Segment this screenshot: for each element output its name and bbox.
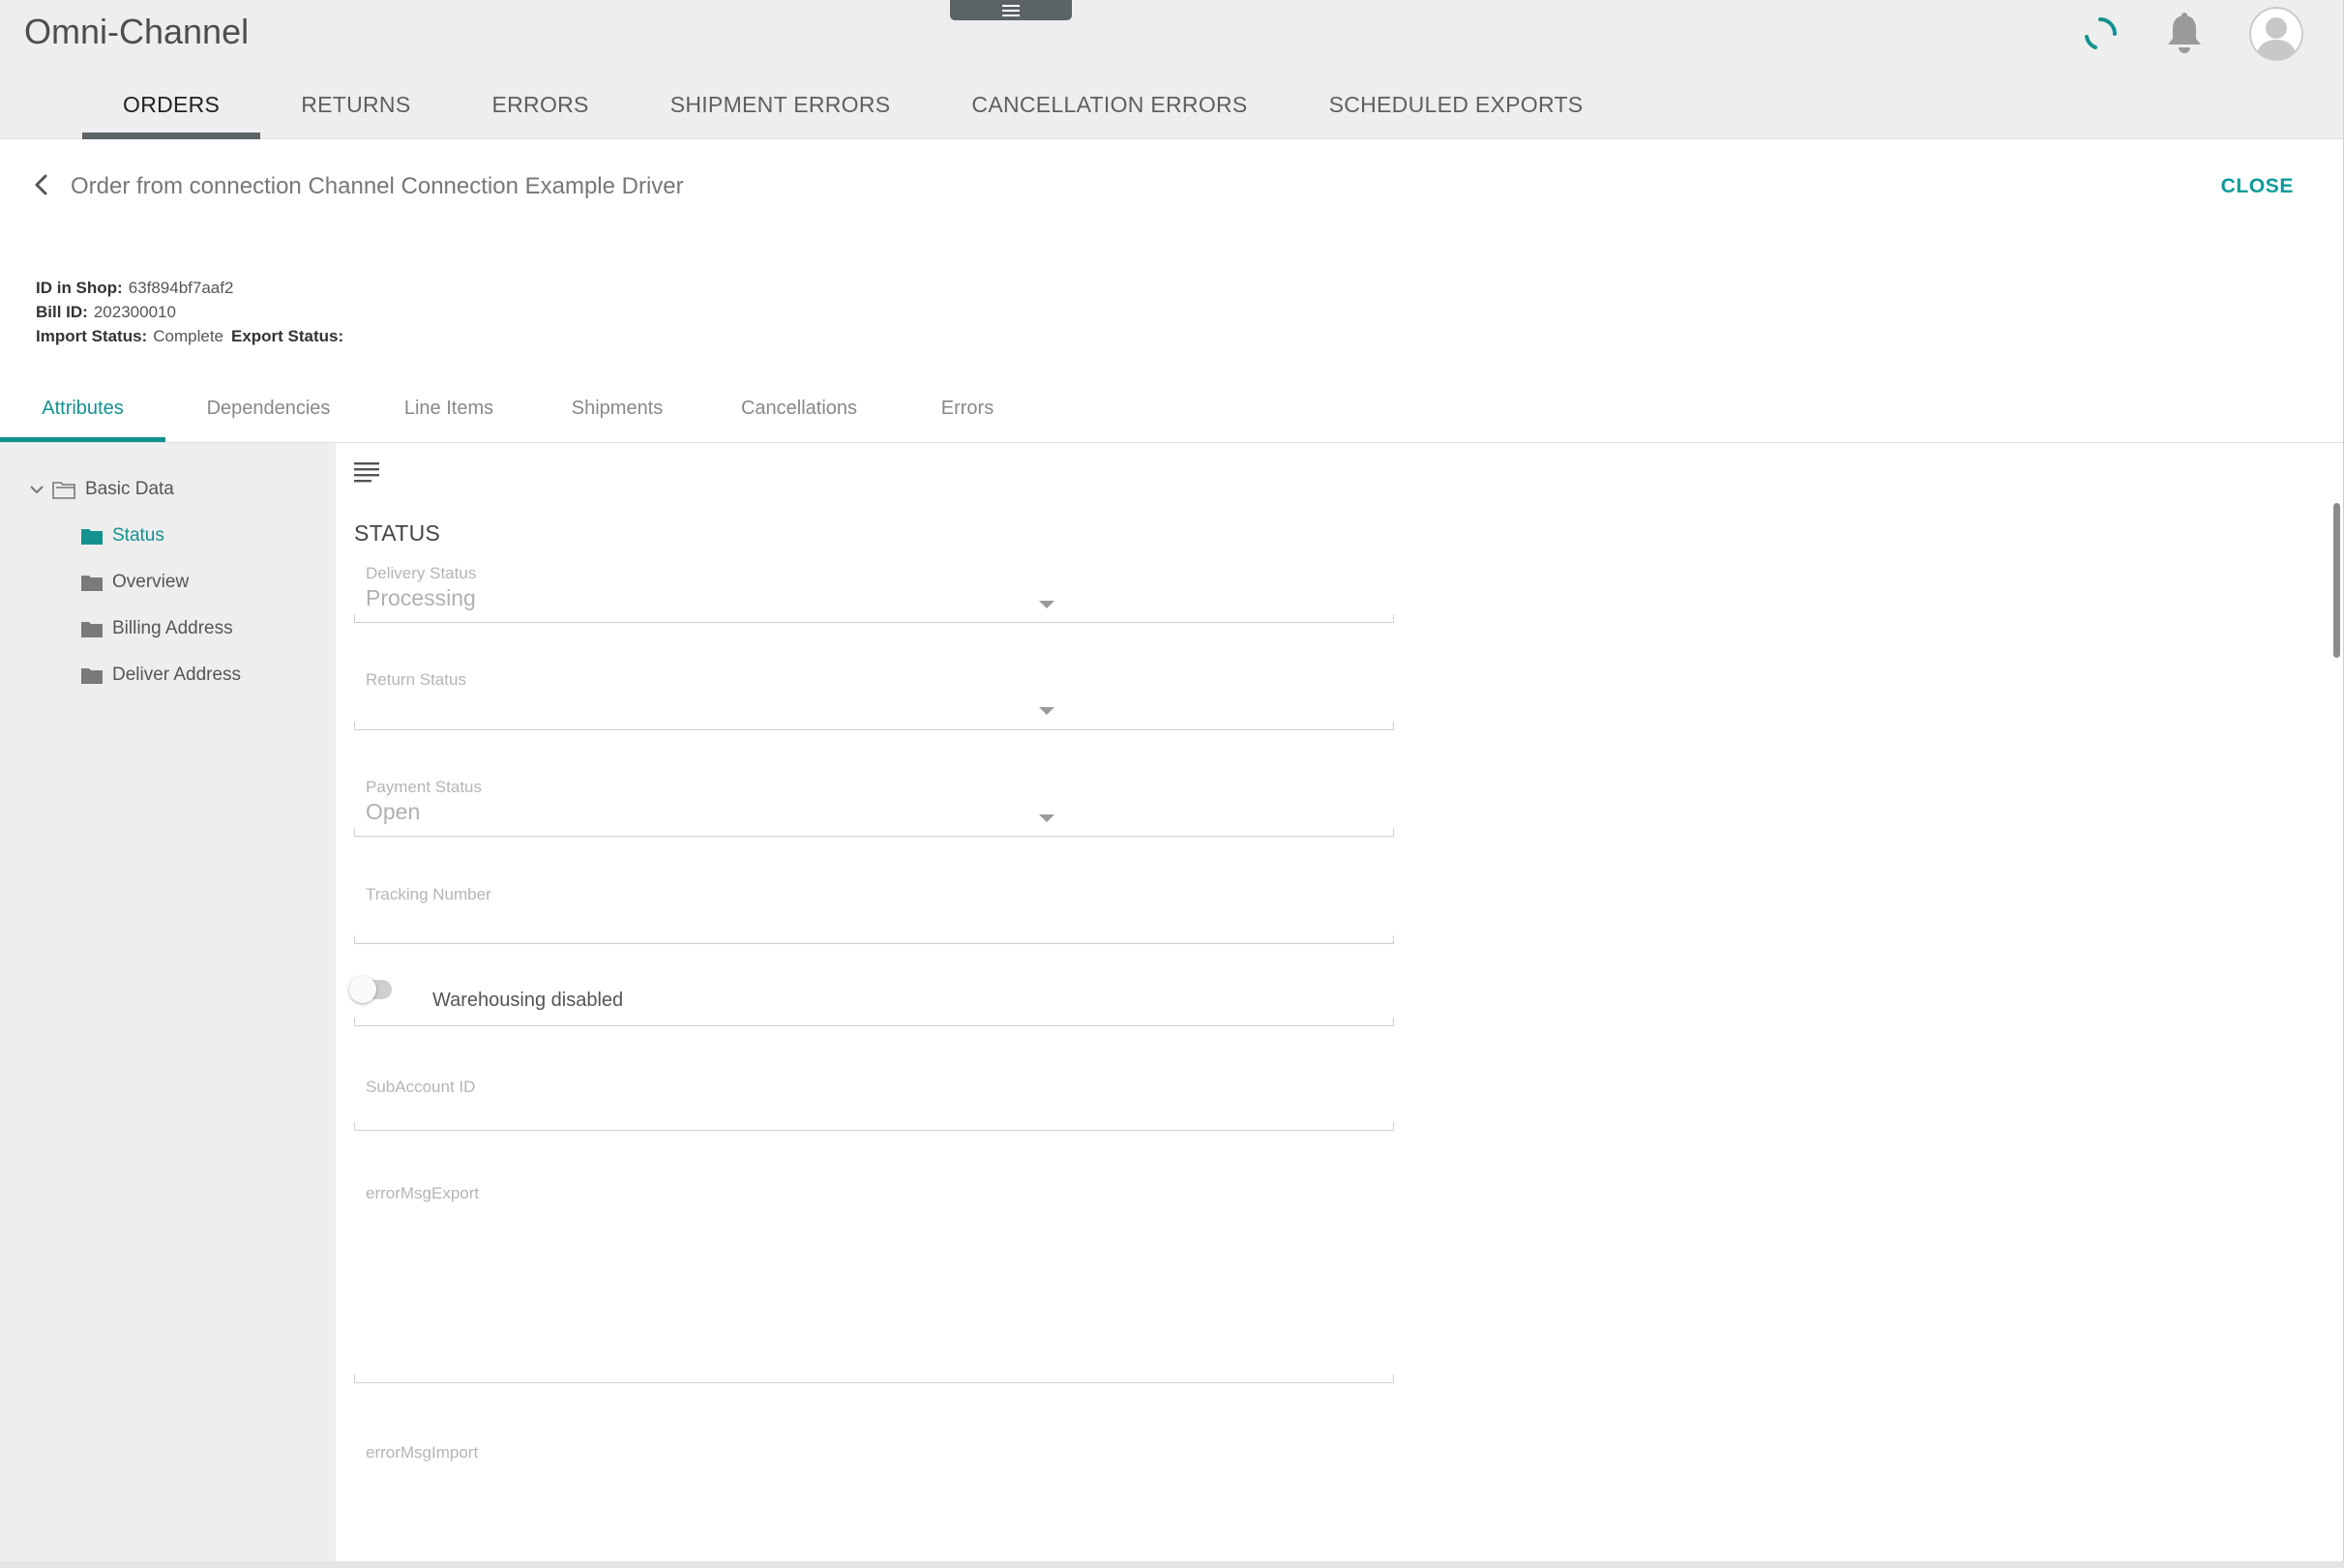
- meta-value: 202300010: [93, 303, 176, 321]
- menu-toggle-button[interactable]: [950, 0, 1072, 20]
- field-label: Payment Status: [366, 778, 483, 796]
- app-header: Omni-Channel ORDERS RETURNS ERRORS SHIPM…: [0, 0, 2344, 139]
- user-avatar[interactable]: [2249, 7, 2303, 61]
- dropdown-caret-icon: [1039, 814, 1054, 822]
- attribute-tree: Basic Data Status Overview Billing Addre…: [0, 443, 336, 1561]
- detail-tab-bar: Attributes Dependencies Line Items Shipm…: [0, 389, 1045, 442]
- tree-node-label: Basic Data: [85, 479, 174, 499]
- subaccount-id-input[interactable]: SubAccount ID: [354, 1078, 1394, 1150]
- meta-value: Complete: [153, 327, 223, 345]
- tree-node-basic-data[interactable]: Basic Data: [29, 475, 174, 504]
- meta-status-row: Import Status: Complete Export Status:: [36, 324, 357, 348]
- scrollbar-thumb[interactable]: [2333, 503, 2340, 658]
- menu-icon: [1002, 4, 1020, 16]
- meta-value: 63f894bf7aaf2: [128, 279, 234, 297]
- tree-item-label: Overview: [112, 572, 190, 592]
- meta-label: ID in Shop:: [36, 279, 123, 297]
- toggle-knob: [349, 976, 376, 1003]
- tab-shipment-errors[interactable]: SHIPMENT ERRORS: [630, 85, 932, 139]
- order-detail-header: Order from connection Channel Connection…: [0, 140, 2344, 442]
- app-title: Omni-Channel: [24, 12, 250, 51]
- tab-errors-detail[interactable]: Errors: [890, 389, 1045, 442]
- loading-spinner-icon: [2085, 17, 2117, 49]
- field-label: errorMsgExport: [366, 1184, 480, 1202]
- field-label: Tracking Number: [366, 885, 491, 903]
- field-underline: [354, 1018, 1394, 1026]
- field-underline: [354, 614, 1394, 623]
- tab-dependencies[interactable]: Dependencies: [165, 389, 371, 442]
- tab-orders[interactable]: ORDERS: [82, 85, 261, 139]
- warehousing-toggle-label: Warehousing disabled: [432, 990, 624, 1011]
- order-title: Order from connection Channel Connection…: [71, 173, 684, 199]
- payment-status-select[interactable]: Payment Status Open: [354, 778, 1394, 850]
- tab-scheduled-exports[interactable]: SCHEDULED EXPORTS: [1289, 85, 1624, 139]
- tree-item-deliver-address[interactable]: Deliver Address: [81, 661, 241, 690]
- return-status-select[interactable]: Return Status: [354, 670, 1394, 743]
- folder-icon: [81, 622, 103, 637]
- field-underline: [354, 722, 1394, 730]
- tab-attributes[interactable]: Attributes: [0, 389, 165, 442]
- folder-icon: [81, 529, 103, 545]
- meta-bill-id: Bill ID: 202300010: [36, 300, 357, 324]
- field-label: SubAccount ID: [366, 1078, 476, 1096]
- dropdown-caret-icon: [1039, 601, 1054, 608]
- tree-item-billing-address[interactable]: Billing Address: [81, 614, 233, 643]
- error-msg-export-textarea[interactable]: errorMsgExport: [354, 1184, 1394, 1397]
- field-label: Return Status: [366, 670, 466, 689]
- window-bottom-edge: [0, 1561, 2344, 1568]
- meta-label: Import Status:: [36, 327, 148, 345]
- tab-cancellations[interactable]: Cancellations: [708, 389, 890, 442]
- section-title: STATUS: [354, 520, 441, 546]
- back-arrow-icon[interactable]: [29, 172, 54, 197]
- field-label: Delivery Status: [366, 564, 477, 582]
- tracking-number-input[interactable]: Tracking Number: [354, 885, 1394, 958]
- delivery-status-select[interactable]: Delivery Status Processing: [354, 564, 1394, 636]
- close-button[interactable]: CLOSE: [2221, 175, 2294, 198]
- main-tab-bar: ORDERS RETURNS ERRORS SHIPMENT ERRORS CA…: [82, 85, 1623, 139]
- meta-id-in-shop: ID in Shop: 63f894bf7aaf2: [36, 276, 357, 300]
- tree-item-overview[interactable]: Overview: [81, 568, 189, 597]
- user-avatar-icon: [2249, 7, 2303, 61]
- tree-item-label: Billing Address: [112, 618, 233, 638]
- tree-item-label: Status: [112, 525, 164, 546]
- field-underline: [354, 935, 1394, 944]
- chevron-down-icon[interactable]: [29, 482, 45, 497]
- list-view-icon[interactable]: [353, 460, 380, 484]
- tab-line-items[interactable]: Line Items: [371, 389, 526, 442]
- tab-returns[interactable]: RETURNS: [260, 85, 451, 139]
- attribute-form: STATUS Delivery Status Processing Return…: [336, 443, 2329, 1561]
- meta-label: Export Status:: [231, 327, 344, 345]
- field-label: errorMsgImport: [366, 1443, 479, 1462]
- warehousing-toggle[interactable]: [349, 976, 392, 1003]
- bell-icon[interactable]: [2165, 12, 2204, 56]
- order-meta: ID in Shop: 63f894bf7aaf2 Bill ID: 2023000…: [36, 276, 357, 348]
- meta-label: Bill ID:: [36, 303, 88, 321]
- tree-item-status[interactable]: Status: [81, 521, 164, 550]
- error-msg-import-textarea[interactable]: errorMsgImport: [354, 1443, 1394, 1550]
- field-value: Processing: [366, 585, 476, 610]
- folder-icon: [81, 668, 103, 684]
- tab-shipments[interactable]: Shipments: [526, 389, 708, 442]
- field-value: Open: [366, 799, 421, 824]
- tree-item-label: Deliver Address: [112, 665, 242, 685]
- tab-cancellation-errors[interactable]: CANCELLATION ERRORS: [931, 85, 1288, 139]
- folder-open-icon: [52, 482, 75, 499]
- field-underline: [354, 828, 1394, 837]
- dropdown-caret-icon: [1039, 707, 1054, 715]
- tab-errors[interactable]: ERRORS: [451, 85, 629, 139]
- field-underline: [354, 1122, 1394, 1131]
- warehousing-row: [354, 1018, 1394, 1037]
- folder-icon: [81, 576, 103, 591]
- field-underline: [354, 1375, 1394, 1383]
